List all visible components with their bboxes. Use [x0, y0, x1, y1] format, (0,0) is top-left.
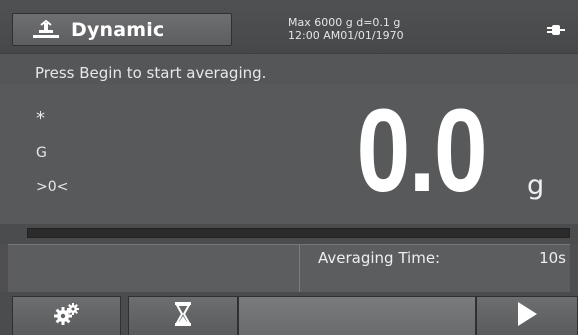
progress-area	[0, 224, 578, 244]
averaging-time-label: Averaging Time:	[318, 249, 441, 267]
timer-button[interactable]	[128, 296, 238, 335]
instruction-message: Press Begin to start averaging.	[35, 64, 267, 82]
hourglass-icon	[174, 301, 192, 331]
weight-display: * G >0< 0.0 g	[0, 84, 578, 224]
start-button[interactable]	[476, 296, 578, 335]
gears-icon	[53, 302, 81, 330]
averaging-time-value[interactable]: 10s	[539, 249, 566, 267]
capacity-info: Max 6000 g d=0.1 g 12:00 AM01/01/1970	[288, 16, 418, 42]
capacity-line: Max 6000 g d=0.1 g	[288, 16, 401, 29]
averaging-progress-bar	[27, 228, 570, 238]
zero-indicator: >0<	[36, 179, 69, 195]
toolbar-blank-area	[238, 296, 476, 335]
datetime-line: 12:00 AM01/01/1970	[288, 29, 404, 42]
play-icon	[516, 301, 538, 331]
bottom-toolbar	[0, 292, 578, 335]
settings-button[interactable]	[12, 296, 121, 335]
gross-indicator: G	[36, 145, 47, 161]
weight-unit[interactable]: g	[527, 170, 544, 201]
weight-value: 0.0	[356, 85, 487, 217]
scale-balance-icon	[31, 19, 61, 41]
application-mode-label: Dynamic	[71, 18, 165, 41]
power-plug-icon	[547, 21, 565, 35]
application-mode-button[interactable]: Dynamic	[12, 13, 232, 46]
message-bar: Press Begin to start averaging.	[0, 54, 578, 84]
info-left-cell	[8, 245, 300, 293]
stable-indicator: *	[36, 108, 45, 129]
top-status-bar: Dynamic Max 6000 g d=0.1 g 12:00 AM01/01…	[0, 0, 578, 54]
info-panel: Averaging Time: 10s	[8, 244, 570, 293]
